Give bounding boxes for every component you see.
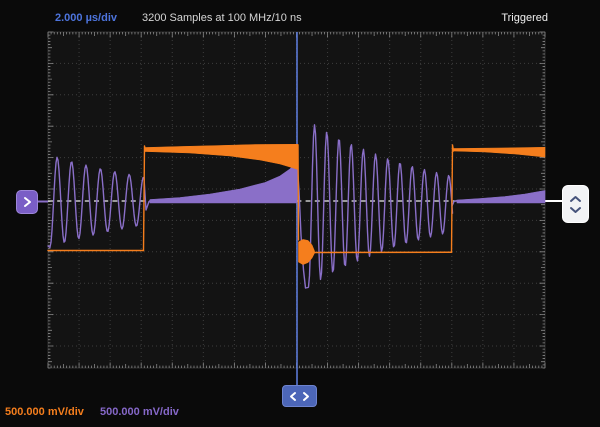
oscilloscope-window: 2.000 µs/div 3200 Samples at 100 MHz/10 …	[0, 0, 600, 427]
ch2-offset-button[interactable]	[16, 190, 38, 214]
scope-display[interactable]	[0, 0, 600, 427]
channel-1-trace	[298, 145, 299, 240]
ch1-scale-readout: 500.000 mV/div	[5, 406, 84, 419]
chevron-down-icon	[569, 206, 582, 214]
chevron-up-icon	[569, 195, 582, 203]
trigger-level-button[interactable]	[562, 185, 589, 223]
ch2-scale-readout: 500.000 mV/div	[100, 406, 179, 419]
trigger-position-button[interactable]	[282, 385, 317, 407]
chevron-left-icon	[289, 391, 297, 402]
chevron-right-icon	[22, 196, 32, 208]
chevron-right-icon	[302, 391, 310, 402]
